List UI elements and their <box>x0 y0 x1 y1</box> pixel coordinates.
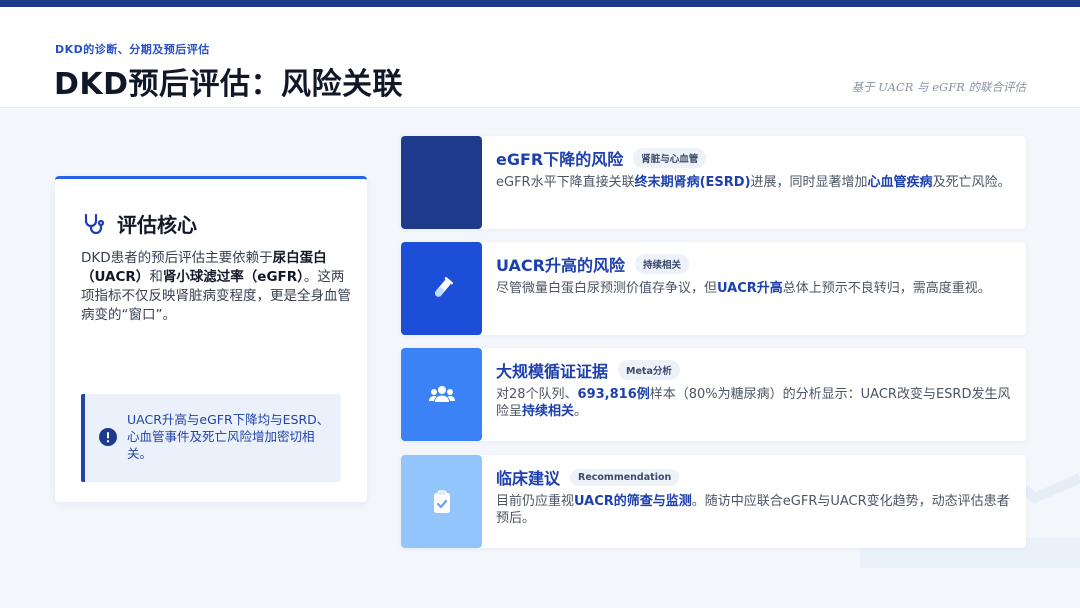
row-text: 尽管微量白蛋白尿预测价值存争议，但UACR升高总体上预示不良转归，需高度重视。 <box>496 281 991 296</box>
users-icon-box <box>401 348 482 441</box>
clipboard-check-icon <box>433 489 450 513</box>
section-eyebrow: DKD的诊断、分期及预后评估 <box>55 43 210 56</box>
core-description: DKD患者的预后评估主要依赖于尿白蛋白（UACR）和肾小球滤过率（eGFR）。这… <box>81 250 351 323</box>
page-title: DKD预后评估：风险关联 <box>54 67 404 102</box>
blank-icon <box>401 136 482 229</box>
row-tag: 肾脏与心血管 <box>633 148 707 168</box>
page-subtitle: 基于 UACR 与 eGFR 的联合评估 <box>851 80 1026 94</box>
row-text: 目前仍应重视UACR的筛查与监测。随访中应联合eGFR与UACR变化趋势，动态评… <box>496 494 1010 526</box>
test-tube-icon-box <box>401 242 482 335</box>
recommendation-row: 临床建议 Recommendation 目前仍应重视UACR的筛查与监测。随访中… <box>401 455 1026 548</box>
top-accent-bar <box>0 0 1080 7</box>
test-tube-icon <box>434 276 453 297</box>
row-title: UACR升高的风险 <box>496 256 625 275</box>
core-title: 评估核心 <box>117 213 197 237</box>
row-text: eGFR水平下降直接关联终末期肾病(ESRD)进展，同时显著增加心血管疾病及死亡… <box>496 175 1011 190</box>
evidence-row-meta: 大规模循证证据 Meta分析 对28个队列、693,816例样本（80%为糖尿病… <box>401 348 1026 441</box>
stethoscope-icon <box>84 213 105 234</box>
row-title: 大规模循证证据 <box>496 362 609 381</box>
clipboard-icon-box <box>401 455 482 548</box>
users-icon <box>428 385 455 402</box>
row-title: 临床建议 <box>496 469 561 488</box>
risk-row-egfr: eGFR下降的风险 肾脏与心血管 eGFR水平下降直接关联终末期肾病(ESRD)… <box>401 136 1026 229</box>
row-text: 对28个队列、693,816例样本（80%为糖尿病）的分析显示：UACR改变与E… <box>496 387 1011 419</box>
key-callout: UACR升高与eGFR下降均与ESRD、心血管事件及死亡风险增加密切相关。 <box>81 394 341 482</box>
row-title: eGFR下降的风险 <box>496 150 624 169</box>
callout-text: UACR升高与eGFR下降均与ESRD、心血管事件及死亡风险增加密切相关。 <box>127 412 330 461</box>
risk-row-uacr: UACR升高的风险 持续相关 尽管微量白蛋白尿预测价值存争议，但UACR升高总体… <box>401 242 1026 335</box>
row-tag: Meta分析 <box>618 360 680 380</box>
page-header: DKD的诊断、分期及预后评估 DKD预后评估：风险关联 基于 UACR 与 eG… <box>0 7 1080 108</box>
exclamation-circle-icon <box>99 428 117 446</box>
core-header: 评估核心 <box>81 209 197 238</box>
assessment-core-card: 评估核心 DKD患者的预后评估主要依赖于尿白蛋白（UACR）和肾小球滤过率（eG… <box>55 176 367 502</box>
row-tag: Recommendation <box>570 468 680 486</box>
row-tag: 持续相关 <box>634 254 689 274</box>
